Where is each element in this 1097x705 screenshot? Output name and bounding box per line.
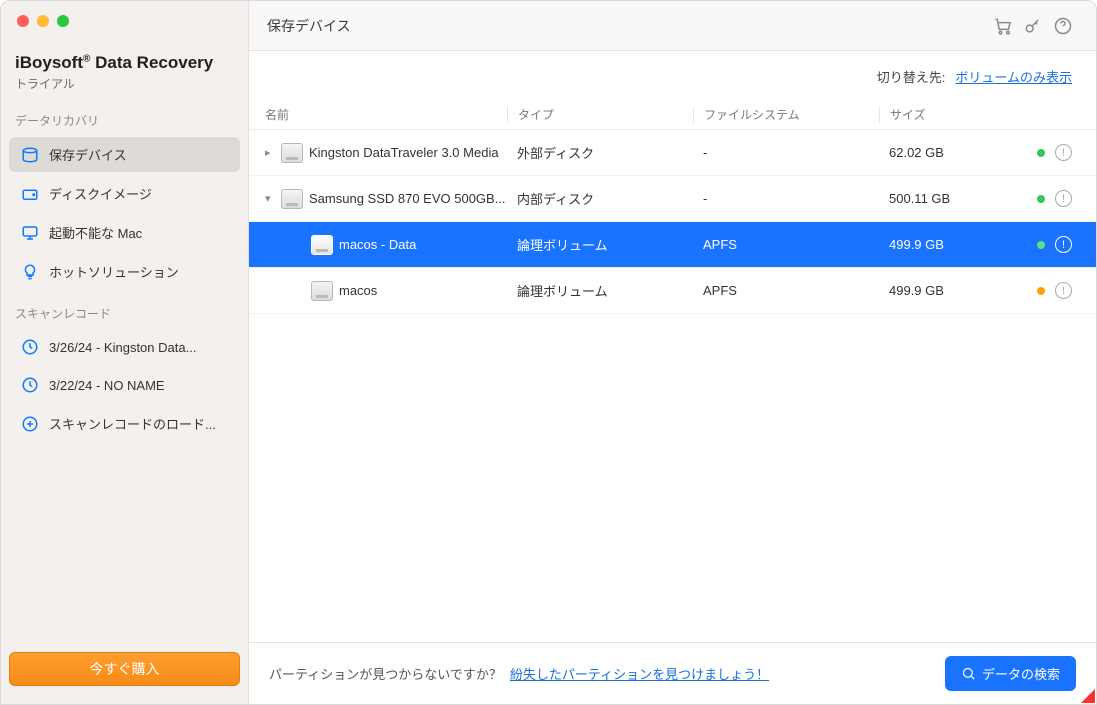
- status-dot: [1037, 241, 1045, 249]
- zoom-window-button[interactable]: [57, 15, 69, 27]
- disk-icon: [21, 146, 39, 164]
- sidebar-item-label: 起動不能な Mac: [49, 223, 142, 242]
- info-icon[interactable]: !: [1055, 282, 1072, 299]
- status-dot: [1037, 195, 1045, 203]
- device-row[interactable]: macos - Data 論理ボリュームAPFS499.9 GB!: [249, 222, 1096, 268]
- monitor-icon: [21, 224, 39, 242]
- info-icon[interactable]: !: [1055, 190, 1072, 207]
- device-name: macos: [339, 283, 377, 298]
- sidebar: iBoysoft® Data Recovery トライアル データリカバリ 保存…: [1, 1, 249, 704]
- status-dot: [1037, 149, 1045, 157]
- cart-icon[interactable]: [988, 11, 1018, 41]
- device-size: 62.02 GB: [879, 145, 1017, 160]
- history-icon: [21, 338, 39, 356]
- branding: iBoysoft® Data Recovery トライアル: [1, 27, 248, 98]
- sidebar-item-label: スキャンレコードのロード...: [49, 414, 216, 433]
- footer: パーティションが見つからないですか？ 紛失したパーティションを見つけましょう！ …: [249, 642, 1096, 704]
- device-name: macos - Data: [339, 237, 416, 252]
- sidebar-item-label: 3/26/24 - Kingston Data...: [49, 340, 196, 355]
- sidebar-item-label: 3/22/24 - NO NAME: [49, 378, 165, 393]
- sidebar-item-label: 保存デバイス: [49, 145, 127, 164]
- device-name: Samsung SSD 870 EVO 500GB...: [309, 191, 506, 206]
- column-header-filesystem[interactable]: ファイルシステム: [693, 106, 879, 123]
- section-label-records: スキャンレコード: [1, 291, 248, 328]
- info-icon[interactable]: !: [1055, 236, 1072, 253]
- sidebar-item-label: ディスクイメージ: [49, 184, 152, 203]
- info-icon[interactable]: !: [1055, 144, 1072, 161]
- window-controls: [1, 1, 248, 27]
- sidebar-item-disk-image[interactable]: ディスクイメージ: [9, 176, 240, 211]
- find-lost-partition-link[interactable]: 紛失したパーティションを見つけましょう！: [510, 664, 769, 683]
- bulb-icon: [21, 263, 39, 281]
- sidebar-item-label: ホットソリューション: [49, 262, 179, 281]
- section-label-recovery: データリカバリ: [1, 98, 248, 135]
- plus-icon: [21, 415, 39, 433]
- table-header: 名前 タイプ ファイルシステム サイズ: [249, 100, 1096, 130]
- drive-icon: [281, 143, 303, 163]
- sidebar-item-hot-solution[interactable]: ホットソリューション: [9, 254, 240, 289]
- drive-icon: [311, 281, 333, 301]
- main: 保存デバイス 切り替え先: ボリュームのみ表示 名前 タイプ ファイルシステム …: [249, 1, 1096, 704]
- page-title: 保存デバイス: [267, 16, 351, 36]
- buy-now-button[interactable]: 今すぐ購入: [9, 652, 240, 686]
- device-size: 499.9 GB: [879, 283, 1017, 298]
- volumes-only-link[interactable]: ボリュームのみ表示: [955, 67, 1072, 86]
- disclosure-triangle[interactable]: ▸: [265, 146, 275, 159]
- status-dot: [1037, 287, 1045, 295]
- device-type: 内部ディスク: [507, 189, 693, 208]
- column-header-type[interactable]: タイプ: [507, 106, 693, 123]
- device-type: 論理ボリューム: [507, 281, 693, 300]
- device-type: 論理ボリューム: [507, 235, 693, 254]
- key-icon[interactable]: [1018, 11, 1048, 41]
- device-filesystem: -: [693, 191, 879, 206]
- minimize-window-button[interactable]: [37, 15, 49, 27]
- resize-handle[interactable]: [1081, 689, 1095, 703]
- device-table: ▸Kingston DataTraveler 3.0 Media外部ディスク-6…: [249, 130, 1096, 642]
- sidebar-item-storage-devices[interactable]: 保存デバイス: [9, 137, 240, 172]
- device-filesystem: -: [693, 145, 879, 160]
- device-row[interactable]: macos 論理ボリュームAPFS499.9 GB!: [249, 268, 1096, 314]
- device-size: 499.9 GB: [879, 237, 1017, 252]
- app-title: iBoysoft® Data Recovery: [15, 53, 232, 73]
- hdd-icon: [21, 185, 39, 203]
- device-filesystem: APFS: [693, 283, 879, 298]
- disclosure-triangle[interactable]: ▾: [265, 192, 275, 205]
- license-label: トライアル: [15, 73, 232, 92]
- switch-bar: 切り替え先: ボリュームのみ表示: [249, 51, 1096, 100]
- device-filesystem: APFS: [693, 237, 879, 252]
- sidebar-record-item-0[interactable]: 3/26/24 - Kingston Data...: [9, 330, 240, 364]
- close-window-button[interactable]: [17, 15, 29, 27]
- sidebar-record-load[interactable]: スキャンレコードのロード...: [9, 406, 240, 441]
- device-size: 500.11 GB: [879, 191, 1017, 206]
- sidebar-item-unbootable-mac[interactable]: 起動不能な Mac: [9, 215, 240, 250]
- column-header-name[interactable]: 名前: [249, 106, 507, 123]
- drive-icon: [311, 235, 333, 255]
- switch-label: 切り替え先:: [877, 67, 946, 86]
- device-type: 外部ディスク: [507, 143, 693, 162]
- help-icon[interactable]: [1048, 11, 1078, 41]
- device-row[interactable]: ▾ Samsung SSD 870 EVO 500GB...内部ディスク-500.…: [249, 176, 1096, 222]
- device-name: Kingston DataTraveler 3.0 Media: [309, 145, 499, 160]
- history-icon: [21, 376, 39, 394]
- device-row[interactable]: ▸ Kingston DataTraveler 3.0 Media 外部ディスク-6…: [249, 130, 1096, 176]
- search-icon: [961, 666, 976, 681]
- search-button-label: データの検索: [982, 664, 1060, 683]
- drive-icon: [281, 189, 303, 209]
- topbar: 保存デバイス: [249, 1, 1096, 51]
- footer-question: パーティションが見つからないですか？: [269, 664, 502, 683]
- sidebar-record-item-1[interactable]: 3/22/24 - NO NAME: [9, 368, 240, 402]
- search-data-button[interactable]: データの検索: [945, 656, 1076, 691]
- column-header-size[interactable]: サイズ: [879, 106, 1017, 123]
